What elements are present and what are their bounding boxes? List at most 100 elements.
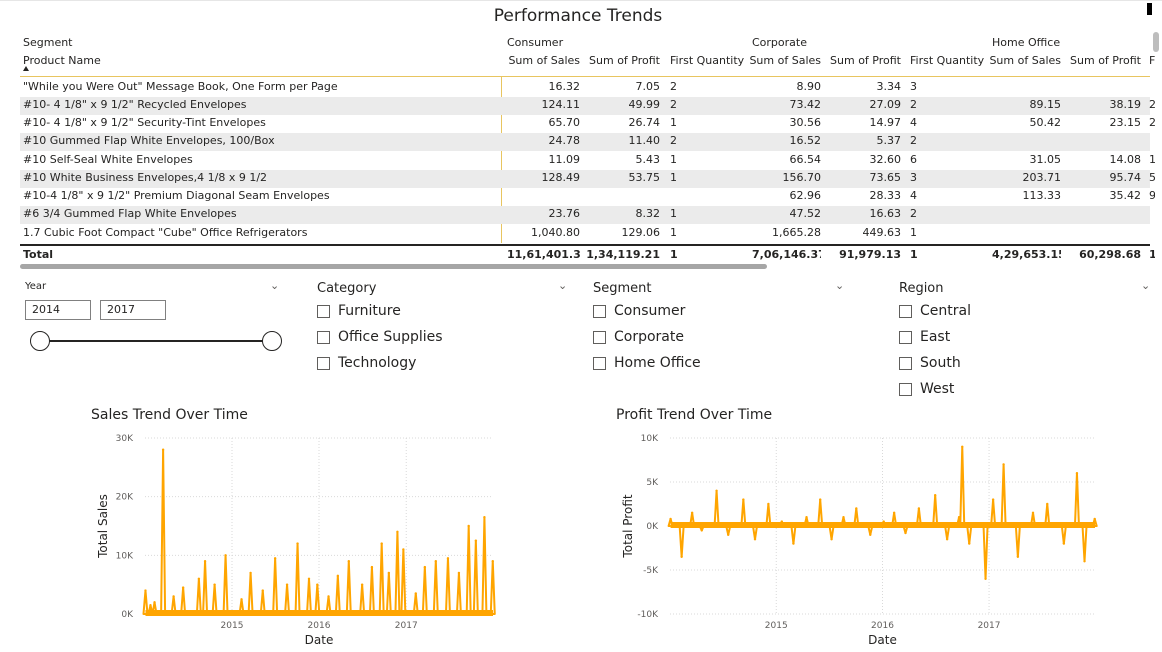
data-point[interactable] bbox=[483, 516, 486, 519]
data-point[interactable] bbox=[1075, 472, 1079, 475]
checkbox[interactable] bbox=[317, 330, 330, 344]
data-point[interactable] bbox=[1046, 502, 1049, 506]
measure-header[interactable]: Sum of Profit bbox=[576, 54, 660, 67]
row-header-product-name[interactable]: Product Name bbox=[23, 54, 101, 67]
data-point[interactable] bbox=[819, 498, 822, 501]
checkbox[interactable] bbox=[317, 356, 330, 370]
measure-header[interactable]: Sum of Sales bbox=[986, 54, 1061, 67]
measure-header[interactable]: First Quantity bbox=[910, 54, 990, 67]
checkbox[interactable] bbox=[317, 304, 330, 318]
data-point[interactable] bbox=[249, 571, 252, 575]
region-option-east[interactable]: East bbox=[899, 326, 971, 348]
profit-trend-chart[interactable]: 10K 5K 0K -5K -10K 2015 2016 2017 Date Total Prof… bbox=[605, 428, 1105, 650]
checkbox[interactable] bbox=[899, 356, 912, 370]
data-point[interactable] bbox=[961, 445, 964, 448]
data-point[interactable] bbox=[1093, 517, 1096, 521]
data-point[interactable] bbox=[680, 555, 683, 558]
data-point[interactable] bbox=[285, 583, 289, 586]
data-point[interactable] bbox=[1062, 542, 1066, 545]
measure-header[interactable]: First Quantity bbox=[670, 54, 750, 67]
data-point[interactable] bbox=[172, 595, 175, 598]
region-option-central[interactable]: Central bbox=[899, 300, 971, 322]
checkbox[interactable] bbox=[593, 330, 606, 344]
measure-header[interactable]: Sum of Sales bbox=[746, 54, 821, 67]
horizontal-scrollbar[interactable] bbox=[20, 264, 767, 269]
data-point[interactable] bbox=[855, 507, 858, 510]
checkbox[interactable] bbox=[899, 382, 912, 396]
measure-header[interactable]: Sum of Profit bbox=[1058, 54, 1141, 67]
data-point[interactable] bbox=[957, 516, 961, 519]
data-point[interactable] bbox=[423, 565, 427, 569]
checkbox[interactable] bbox=[593, 304, 606, 318]
data-point[interactable] bbox=[968, 542, 971, 545]
data-point[interactable] bbox=[144, 589, 147, 592]
data-point[interactable] bbox=[203, 560, 207, 563]
year-slider-track[interactable] bbox=[40, 340, 272, 342]
data-point[interactable] bbox=[161, 448, 165, 451]
data-point[interactable] bbox=[474, 539, 478, 542]
region-option-south[interactable]: South bbox=[899, 352, 971, 374]
data-point[interactable] bbox=[1002, 463, 1005, 466]
data-point[interactable] bbox=[380, 542, 383, 545]
chevron-down-icon[interactable]: ⌄ bbox=[1141, 279, 1150, 292]
category-option-technology[interactable]: Technology bbox=[317, 352, 443, 374]
data-point[interactable] bbox=[753, 538, 757, 541]
segment-option-consumer[interactable]: Consumer bbox=[593, 300, 701, 322]
data-point[interactable] bbox=[830, 538, 833, 541]
data-point[interactable] bbox=[1083, 560, 1086, 563]
data-point[interactable] bbox=[396, 530, 399, 534]
data-point[interactable] bbox=[360, 583, 364, 586]
measure-header[interactable]: F bbox=[1149, 54, 1162, 67]
region-option-west[interactable]: West bbox=[899, 378, 971, 400]
data-point[interactable] bbox=[805, 516, 808, 519]
checkbox[interactable] bbox=[899, 330, 912, 344]
data-point[interactable] bbox=[261, 589, 264, 592]
measure-header[interactable]: Sum of Sales bbox=[501, 54, 580, 67]
data-point[interactable] bbox=[336, 574, 340, 578]
vertical-scrollbar[interactable] bbox=[1153, 32, 1159, 52]
data-point[interactable] bbox=[414, 592, 417, 595]
data-point[interactable] bbox=[742, 498, 745, 501]
data-point[interactable] bbox=[240, 598, 243, 601]
data-point[interactable] bbox=[842, 516, 845, 519]
data-point[interactable] bbox=[153, 601, 156, 604]
data-point[interactable] bbox=[669, 517, 672, 521]
data-point[interactable] bbox=[991, 498, 995, 501]
data-point[interactable] bbox=[1031, 511, 1035, 514]
data-point[interactable] bbox=[387, 571, 391, 575]
data-point[interactable] bbox=[933, 494, 937, 497]
data-point[interactable] bbox=[727, 533, 730, 536]
chevron-down-icon[interactable]: ⌄ bbox=[558, 279, 567, 292]
data-point[interactable] bbox=[296, 542, 299, 545]
data-point[interactable] bbox=[446, 557, 450, 560]
data-point[interactable] bbox=[892, 511, 896, 514]
data-point[interactable] bbox=[457, 571, 461, 575]
data-point[interactable] bbox=[273, 557, 277, 560]
data-point[interactable] bbox=[767, 502, 770, 506]
data-point[interactable] bbox=[700, 529, 703, 532]
data-point[interactable] bbox=[370, 565, 374, 569]
data-point[interactable] bbox=[327, 595, 330, 598]
data-point[interactable] bbox=[402, 548, 405, 551]
data-point[interactable] bbox=[715, 489, 718, 492]
segment-option-corporate[interactable]: Corporate bbox=[593, 326, 701, 348]
data-point[interactable] bbox=[307, 577, 311, 580]
data-point[interactable] bbox=[347, 560, 350, 563]
data-point[interactable] bbox=[945, 538, 949, 541]
year-slider-end-handle[interactable] bbox=[262, 331, 282, 351]
data-point[interactable] bbox=[181, 586, 185, 589]
data-point[interactable] bbox=[792, 542, 795, 545]
sales-trend-chart[interactable]: 30K 20K 10K 0K 2015 2016 2017 Date Total Sales bbox=[80, 428, 520, 650]
data-point[interactable] bbox=[1016, 555, 1020, 558]
checkbox[interactable] bbox=[899, 304, 912, 318]
data-point[interactable] bbox=[149, 604, 152, 607]
chevron-down-icon[interactable]: ⌄ bbox=[835, 279, 844, 292]
data-point[interactable] bbox=[491, 560, 494, 563]
segment-option-home-office[interactable]: Home Office bbox=[593, 352, 701, 374]
data-point[interactable] bbox=[869, 533, 872, 536]
data-point[interactable] bbox=[904, 531, 907, 535]
data-point[interactable] bbox=[984, 577, 987, 580]
measure-header[interactable]: Sum of Profit bbox=[818, 54, 901, 67]
year-end-input[interactable]: 2017 bbox=[100, 300, 166, 320]
data-point[interactable] bbox=[224, 554, 227, 557]
